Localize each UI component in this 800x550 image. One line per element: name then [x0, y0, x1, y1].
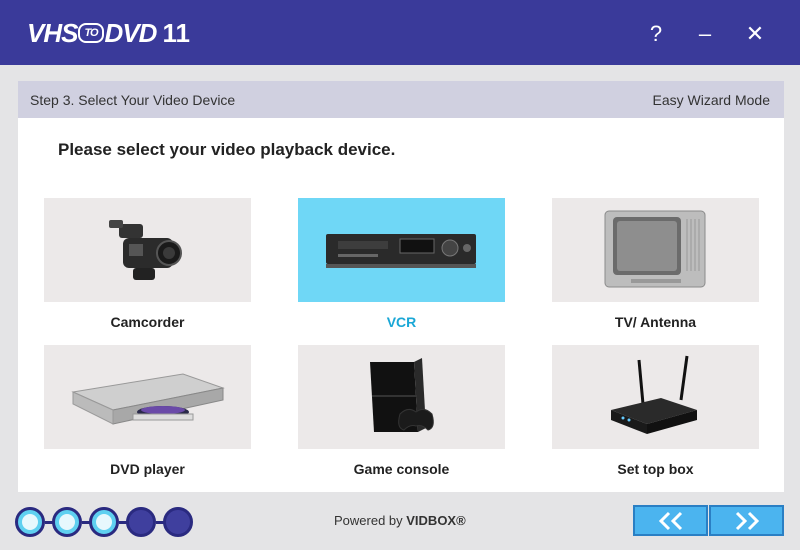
- tv-icon: [552, 198, 759, 302]
- device-tile-vcr[interactable]: VCR: [298, 198, 505, 330]
- progress-dot-1: [15, 507, 45, 537]
- dvd-player-icon: [44, 345, 251, 449]
- step-title: Step 3. Select Your Video Device: [30, 92, 236, 108]
- device-label: Game console: [353, 461, 450, 477]
- progress-dot-3: [82, 507, 119, 537]
- help-button[interactable]: ?: [640, 18, 672, 50]
- app-logo: VHS TO DVD 11: [27, 18, 190, 49]
- logo-dvd: DVD: [104, 18, 158, 48]
- device-tile-set-top-box[interactable]: Set top box: [552, 345, 759, 477]
- back-button[interactable]: [633, 505, 708, 536]
- powered-by-brand: VIDBOX®: [406, 513, 466, 528]
- device-label: DVD player: [110, 461, 185, 477]
- device-label: VCR: [386, 314, 417, 330]
- powered-by-prefix: Powered by: [334, 513, 407, 528]
- next-button[interactable]: [709, 505, 784, 536]
- vcr-icon: [298, 198, 505, 302]
- device-tile-dvd-player[interactable]: DVD player: [44, 345, 251, 477]
- device-tile-game-console[interactable]: Game console: [298, 345, 505, 477]
- step-bar: Step 3. Select Your Video Device Easy Wi…: [18, 81, 784, 118]
- double-chevron-right-icon: [735, 511, 759, 530]
- minimize-button[interactable]: –: [689, 18, 721, 50]
- logo-vhs: VHS: [27, 18, 78, 48]
- title-bar: VHS TO DVD 11 ? – ✕: [0, 0, 800, 65]
- progress-dot-2: [45, 507, 82, 537]
- camcorder-icon: [44, 198, 251, 302]
- device-tile-tv-antenna[interactable]: TV/ Antenna: [552, 198, 759, 330]
- close-button[interactable]: ✕: [739, 18, 771, 50]
- device-label: Set top box: [617, 461, 694, 477]
- progress-dot-4: [119, 507, 156, 537]
- logo-version: 11: [162, 18, 190, 48]
- double-chevron-left-icon: [658, 511, 682, 530]
- device-tile-camcorder[interactable]: Camcorder: [44, 198, 251, 330]
- device-label: Camcorder: [110, 314, 185, 330]
- powered-by-text: Powered by VIDBOX®: [334, 513, 466, 528]
- logo-to: TO: [78, 22, 104, 43]
- device-selection-panel: Please select your video playback device…: [18, 118, 784, 492]
- game-console-icon: [298, 345, 505, 449]
- device-label: TV/ Antenna: [614, 314, 697, 330]
- step-progress-indicator: [15, 507, 200, 537]
- progress-dot-5: [156, 507, 193, 537]
- wizard-mode-label: Easy Wizard Mode: [652, 92, 770, 108]
- set-top-box-icon: [552, 345, 759, 449]
- page-heading: Please select your video playback device…: [58, 140, 396, 159]
